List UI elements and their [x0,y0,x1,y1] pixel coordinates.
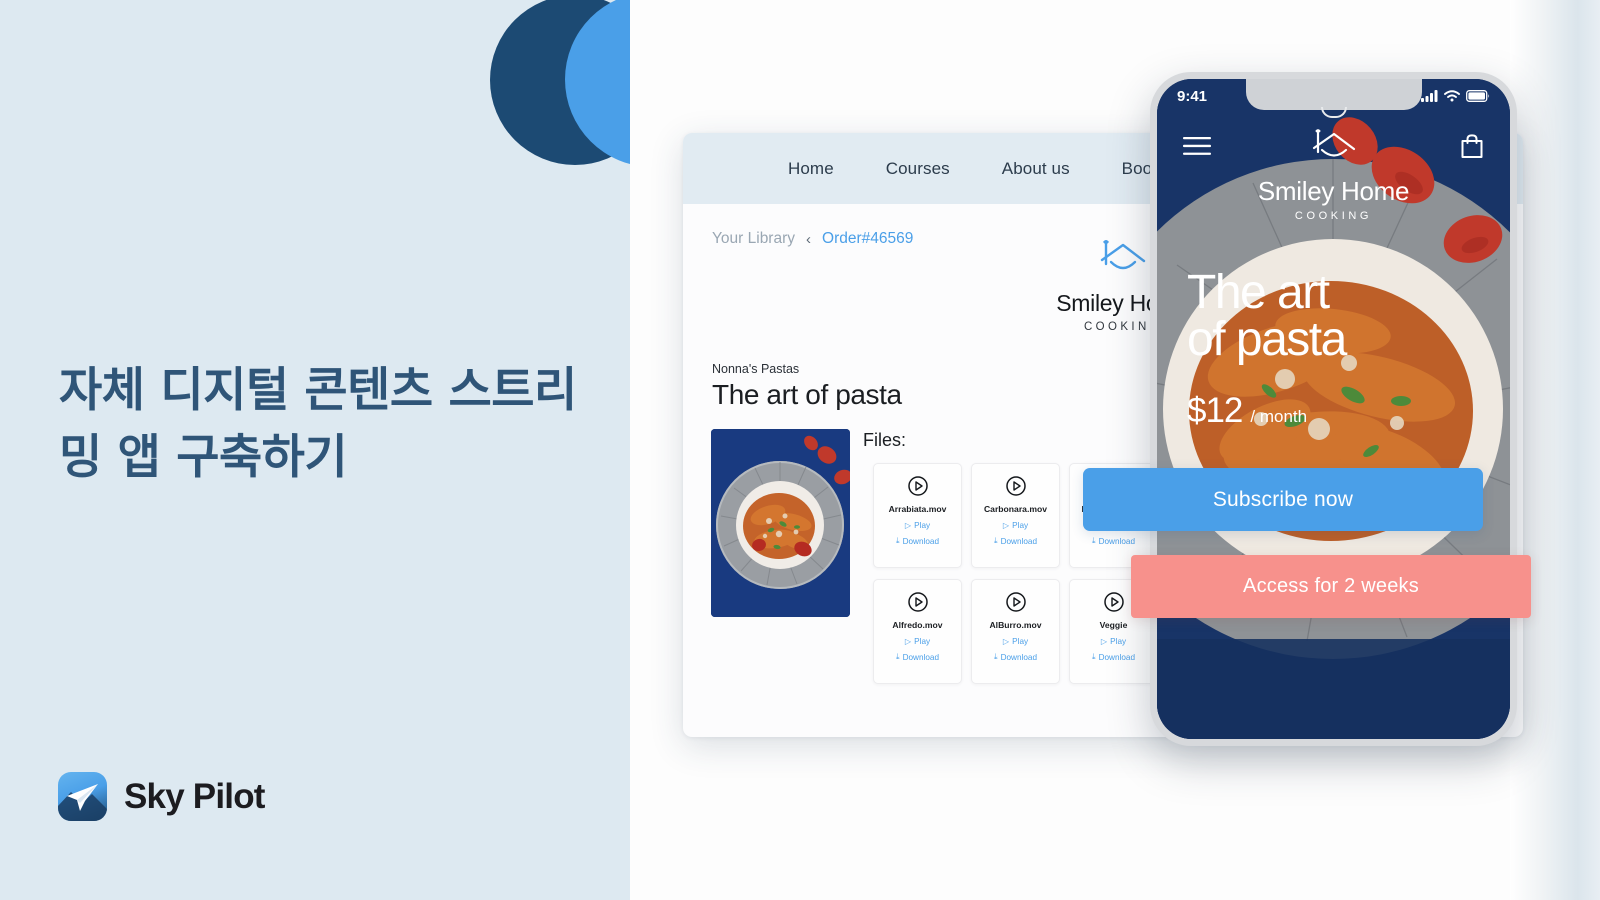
nav-item-about-us[interactable]: About us [1002,159,1070,179]
course-thumbnail [711,429,850,617]
phone-brand-lockup: Smiley Home COOKING [1157,127,1510,222]
play-triangle-icon: ▷ [1002,521,1010,530]
file-card[interactable]: Arrabiata.mov ▷ Play ⤓ Download [873,463,962,568]
nav-item-courses[interactable]: Courses [886,159,950,179]
file-card[interactable]: Carbonara.mov ▷ Play ⤓ Download [971,463,1060,568]
sky-pilot-wordmark: Sky Pilot [124,776,265,816]
file-name: Alfredo.mov [892,620,943,630]
download-arrow-icon: ⤓ [1091,536,1096,545]
hero-price: $12 [1187,391,1243,431]
left-promo-panel: 자체 디지털 콘텐츠 스트리밍 앱 구축하기 Sky Pilot [0,0,630,900]
status-time: 9:41 [1177,87,1208,105]
play-triangle-icon: ▷ [904,521,912,530]
file-card[interactable]: Alfredo.mov ▷ Play ⤓ Download [873,579,962,684]
play-circle-icon [1005,476,1026,496]
phone-screen: 9:41 Smiley Home COOKING The art of past… [1157,79,1510,739]
play-label: Play [1012,636,1029,646]
download-arrow-icon: ⤓ [993,536,998,545]
smiley-house-icon [1312,129,1355,157]
nav-item-home[interactable]: Home [788,159,834,179]
paper-plane-icon [58,772,107,821]
sky-pilot-logo: Sky Pilot [58,772,265,821]
download-link[interactable]: ⤓ Download [1092,536,1135,546]
battery-icon [1466,90,1490,102]
play-link[interactable]: ▷ Play [904,636,931,647]
course-title: The art of pasta [712,379,902,410]
chevron-left-icon: ‹ [806,230,812,248]
play-label: Play [1012,520,1029,530]
wifi-icon [1444,90,1460,102]
download-label: Download [1098,536,1136,546]
phone-brand-tagline: COOKING [1294,210,1373,222]
download-link[interactable]: ⤓ Download [994,536,1037,546]
play-label: Play [914,520,931,530]
phone-status-bar: 9:41 [1157,79,1510,113]
play-circle-icon [1103,592,1124,612]
play-circle-icon [1005,592,1026,612]
file-name: Arrabiata.mov [888,504,947,514]
play-label: Play [1110,636,1127,646]
phone-hero-block: The art of pasta $12 / month [1187,266,1347,431]
file-card[interactable]: AlBurro.mov ▷ Play ⤓ Download [971,579,1060,684]
download-arrow-icon: ⤓ [993,652,998,661]
play-triangle-icon: ▷ [1002,637,1010,646]
download-link[interactable]: ⤓ Download [1092,652,1135,662]
file-name: Carbonara.mov [983,504,1048,514]
download-link[interactable]: ⤓ Download [896,652,939,662]
download-label: Download [902,536,940,546]
access-for-2-weeks-button[interactable]: Access for 2 weeks [1131,555,1531,618]
phone-mockup: 9:41 Smiley Home COOKING The art of past… [1150,72,1517,746]
page-title: 자체 디지털 콘텐츠 스트리밍 앱 구축하기 [59,363,577,485]
play-triangle-icon: ▷ [904,637,912,646]
play-circle-icon [907,592,928,612]
hero-title-line-1: The art [1187,266,1330,319]
breadcrumb-order-id[interactable]: Order#46569 [822,230,913,248]
play-link[interactable]: ▷ Play [1002,520,1029,531]
hero-price-row: $12 / month [1187,391,1346,431]
play-link[interactable]: ▷ Play [904,520,931,531]
download-label: Download [1098,652,1136,662]
cellular-signal-icon [1421,90,1438,102]
play-triangle-icon: ▷ [1100,637,1108,646]
play-label: Play [914,636,931,646]
hero-period: / month [1250,407,1308,427]
breadcrumb-your-library[interactable]: Your Library [712,230,795,248]
smiley-house-icon [1100,240,1146,270]
download-label: Download [1000,652,1038,662]
download-arrow-icon: ⤓ [895,536,900,545]
course-category: Nonna's Pastas [712,362,800,376]
file-name: AlBurro.mov [989,620,1042,630]
file-name: Veggie [1099,620,1128,630]
download-link[interactable]: ⤓ Download [994,652,1037,662]
download-label: Download [902,652,940,662]
download-arrow-icon: ⤓ [1091,652,1096,661]
play-link[interactable]: ▷ Play [1100,636,1127,647]
background-gradient [1510,0,1600,900]
play-link[interactable]: ▷ Play [1002,636,1029,647]
download-label: Download [1000,536,1038,546]
download-arrow-icon: ⤓ [895,652,900,661]
download-link[interactable]: ⤓ Download [896,536,939,546]
hero-title-line-2: of pasta [1187,313,1347,367]
status-icons [1421,90,1490,102]
play-circle-icon [907,476,928,496]
phone-brand-name: Smiley Home [1257,176,1410,206]
files-label: Files: [863,430,907,450]
subscribe-now-button[interactable]: Subscribe now [1083,468,1483,531]
